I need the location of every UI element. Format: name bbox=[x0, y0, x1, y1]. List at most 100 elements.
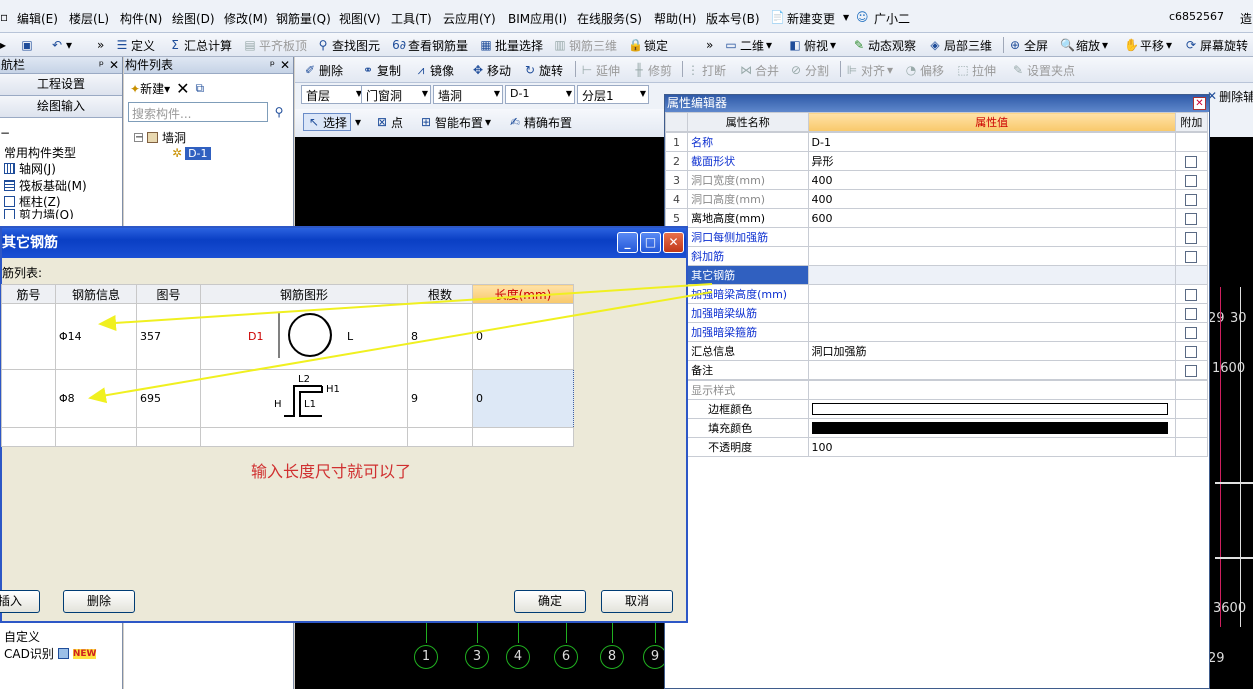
rebar-no-cell[interactable] bbox=[1, 303, 56, 370]
merge-button[interactable]: ⋈ 合并 bbox=[739, 61, 779, 79]
pin-icon[interactable]: ᵖ bbox=[99, 57, 104, 73]
item-select[interactable]: D-1 ▼ bbox=[505, 85, 575, 104]
length-cell-active[interactable]: 0 bbox=[472, 369, 574, 428]
assistant-label[interactable]: 广小二 bbox=[874, 10, 910, 27]
menu-edit[interactable]: ▫ bbox=[0, 10, 8, 24]
property-value[interactable] bbox=[807, 227, 1176, 247]
set-pin-button[interactable]: ✎ 设置夹点 bbox=[1011, 61, 1075, 79]
fullscreen-button[interactable]: ⊕ 全屏 bbox=[1008, 36, 1048, 54]
close-icon[interactable]: ✕ bbox=[109, 57, 119, 73]
attach-checkbox[interactable] bbox=[1185, 307, 1198, 320]
menu-floor[interactable]: 楼层(L) bbox=[69, 10, 109, 27]
stretch-button[interactable]: ⬚ 拉伸 bbox=[956, 61, 996, 79]
rotate-button[interactable]: ↻ 旋转 bbox=[523, 61, 563, 79]
property-row[interactable]: 加强暗梁高度(mm) bbox=[664, 284, 1209, 304]
property-value[interactable] bbox=[807, 322, 1176, 342]
attach-checkbox[interactable] bbox=[1185, 193, 1198, 206]
menu-tools[interactable]: 工具(T) bbox=[391, 10, 432, 27]
length-cell[interactable]: 0 bbox=[472, 303, 574, 370]
property-row[interactable]: 1 名称 D-1 bbox=[664, 132, 1209, 152]
property-value[interactable]: D-1 bbox=[807, 132, 1176, 152]
menu-tail[interactable]: 造 bbox=[1240, 10, 1252, 27]
flat-slab-button[interactable]: ▤ 平齐板顶 bbox=[243, 36, 307, 54]
property-row[interactable]: 3 洞口宽度(mm) 400 bbox=[664, 170, 1209, 190]
attach-checkbox[interactable] bbox=[1185, 155, 1198, 168]
property-row[interactable]: 加强暗梁箍筋 bbox=[664, 322, 1209, 342]
property-row[interactable]: 填充颜色 bbox=[664, 418, 1209, 438]
view-rebar-button[interactable]: 6∂ 查看钢筋量 bbox=[392, 36, 468, 54]
property-value[interactable]: 400 bbox=[807, 170, 1176, 190]
property-row[interactable]: 加强暗梁纵筋 bbox=[664, 303, 1209, 323]
rebar-3d-button[interactable]: ▥ 钢筋三维 bbox=[553, 36, 617, 54]
new-component-button[interactable]: ✦新建▾ bbox=[130, 80, 170, 97]
attach-checkbox[interactable] bbox=[1185, 231, 1198, 244]
local-3d-button[interactable]: ◈ 局部三维 bbox=[928, 36, 992, 54]
project-settings-button[interactable]: 工程设置 bbox=[0, 74, 122, 96]
rebar-info-cell[interactable]: Φ14 bbox=[55, 303, 137, 370]
layer-select[interactable]: 分层1 ▼ bbox=[577, 85, 649, 104]
property-row[interactable]: 4 洞口高度(mm) 400 bbox=[664, 189, 1209, 209]
trim-button[interactable]: ╫ 修剪 bbox=[632, 61, 672, 79]
dynamic-view-button[interactable]: ✎ 动态观察 bbox=[852, 36, 916, 54]
menu-modify[interactable]: 修改(M) bbox=[224, 10, 268, 27]
close-icon[interactable]: ✕ bbox=[1193, 97, 1206, 110]
menu-edit-item[interactable]: 编辑(E) bbox=[17, 10, 58, 27]
tree-parent-wall-hole[interactable]: − 墙洞 bbox=[134, 129, 186, 146]
lock-button[interactable]: 🔒 锁定 bbox=[628, 36, 668, 54]
define-button[interactable]: ☰ 定义 bbox=[115, 36, 155, 54]
maximize-icon[interactable]: □ bbox=[640, 232, 661, 253]
select-dropdown[interactable]: ▾ bbox=[355, 113, 361, 131]
menu-bim[interactable]: BIM应用(I) bbox=[508, 10, 567, 27]
menu-cloud[interactable]: 云应用(Y) bbox=[443, 10, 496, 27]
property-row[interactable]: 斜加筋 bbox=[664, 246, 1209, 266]
figure-no-cell[interactable]: 357 bbox=[136, 303, 201, 370]
property-value[interactable]: 400 bbox=[807, 189, 1176, 209]
table-row[interactable] bbox=[1, 427, 574, 447]
move-button[interactable]: ✥ 移动 bbox=[471, 61, 511, 79]
attach-checkbox[interactable] bbox=[1185, 212, 1198, 225]
empty-cell[interactable] bbox=[1, 427, 56, 447]
align-button[interactable]: ⊫ 对齐 ▾ bbox=[845, 61, 893, 79]
new-change-icon[interactable]: 📄 bbox=[770, 10, 785, 24]
property-value[interactable]: 600 bbox=[807, 208, 1176, 228]
delete-button[interactable]: ✐ 删除 bbox=[303, 61, 343, 79]
property-value[interactable]: 洞口加强筋 bbox=[807, 341, 1176, 361]
fill-color-value[interactable] bbox=[807, 418, 1176, 438]
select-button[interactable]: ↖ 选择 bbox=[303, 113, 352, 131]
property-value[interactable]: 异形 bbox=[807, 151, 1176, 171]
search-input[interactable]: 搜索构件... bbox=[128, 102, 268, 122]
break-button[interactable]: ⋮ 打断 bbox=[686, 61, 726, 79]
insert-button[interactable]: 插入 bbox=[0, 590, 40, 613]
table-row[interactable]: Φ14 357 D1 L 8 0 bbox=[1, 303, 574, 370]
property-row[interactable]: 汇总信息 洞口加强筋 bbox=[664, 341, 1209, 361]
menu-rebar[interactable]: 钢筋量(Q) bbox=[276, 10, 331, 27]
count-cell[interactable]: 8 bbox=[407, 303, 473, 370]
close-icon[interactable]: ✕ bbox=[280, 57, 290, 73]
overflow-icon[interactable]: » bbox=[97, 36, 104, 54]
point-button[interactable]: ⊠ 点 bbox=[375, 113, 403, 131]
property-row[interactable]: 边框颜色 bbox=[664, 399, 1209, 419]
pin-icon[interactable]: ᵖ bbox=[270, 57, 275, 73]
top-view-button[interactable]: ◧ 俯视 ▾ bbox=[788, 36, 836, 54]
delete-icon[interactable]: ✕ bbox=[176, 79, 189, 98]
attach-checkbox[interactable] bbox=[1185, 345, 1198, 358]
undo-icon[interactable]: ↶ ▾ bbox=[50, 36, 72, 54]
find-element-button[interactable]: ⚲ 查找图元 bbox=[316, 36, 380, 54]
ok-button[interactable]: 确定 bbox=[514, 590, 586, 613]
empty-cell[interactable] bbox=[136, 427, 201, 447]
nav-cad-recognize[interactable]: CAD识别 NEW bbox=[4, 645, 97, 662]
empty-cell[interactable] bbox=[472, 427, 574, 447]
menu-view[interactable]: 视图(V) bbox=[339, 10, 381, 27]
rotate-screen-button[interactable]: ⟳ 屏幕旋转 bbox=[1184, 36, 1248, 54]
property-value[interactable] bbox=[807, 284, 1176, 304]
floor-select[interactable]: 首层 ▼ bbox=[301, 85, 365, 104]
tree-item-raft[interactable]: 筏板基础(M) bbox=[4, 177, 87, 194]
tree-item-grid[interactable]: 轴网(J) bbox=[4, 160, 56, 177]
attach-checkbox[interactable] bbox=[1185, 250, 1198, 263]
search-icon[interactable]: ⚲ bbox=[269, 102, 289, 122]
close-icon[interactable]: ✕ bbox=[663, 232, 684, 253]
tree-item-column[interactable]: 框柱(Z) bbox=[4, 193, 61, 210]
copy-button[interactable]: ⚭ 复制 bbox=[361, 61, 401, 79]
collapse-icon[interactable]: − bbox=[0, 126, 10, 140]
mirror-button[interactable]: ⩘ 镜像 bbox=[414, 61, 454, 79]
